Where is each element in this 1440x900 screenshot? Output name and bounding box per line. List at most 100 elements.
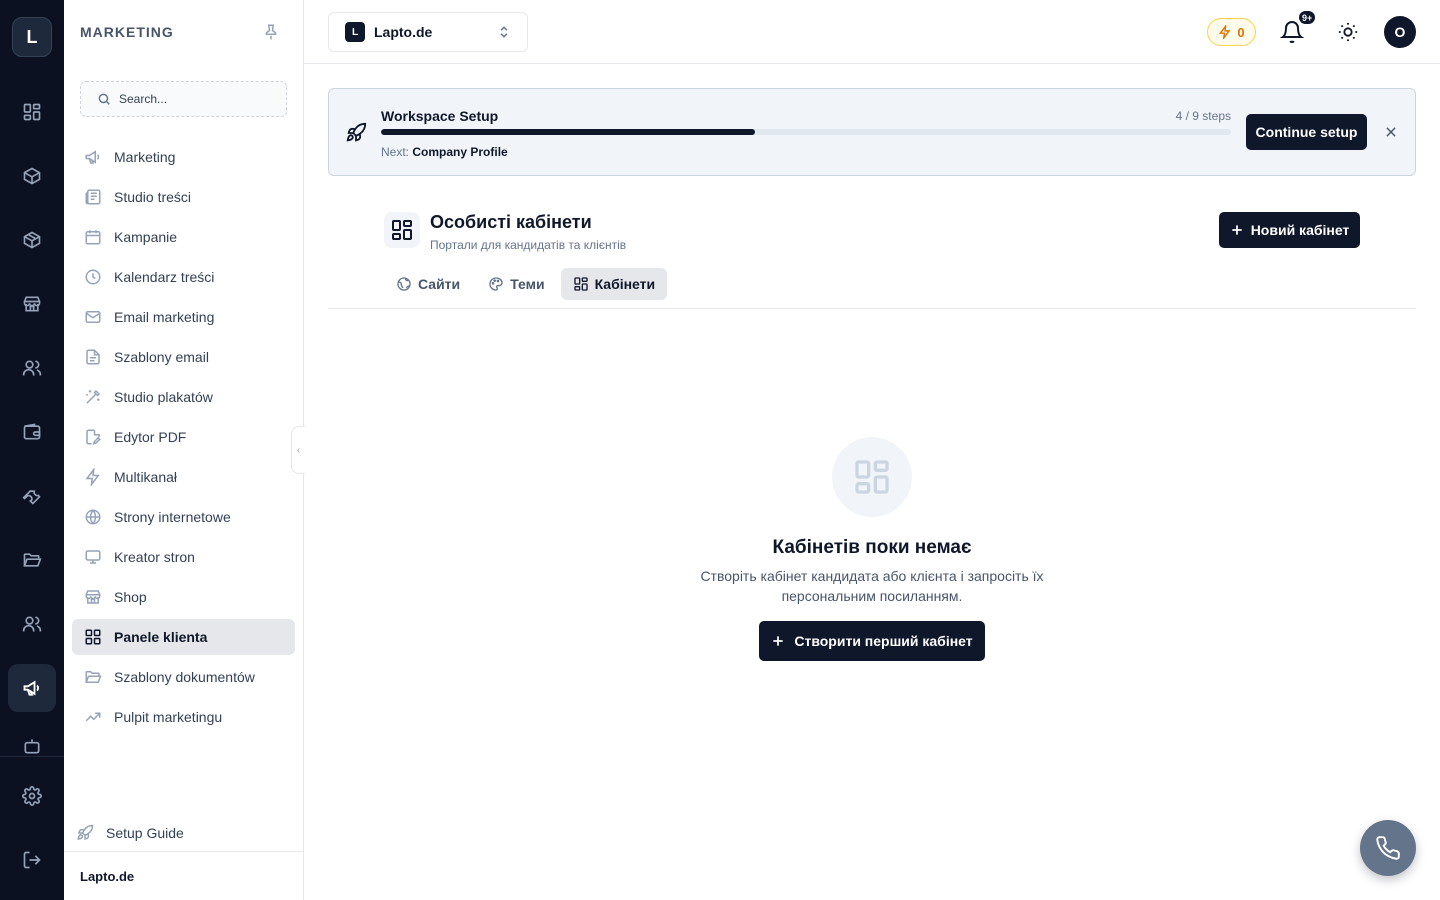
setup-guide-label: Setup Guide bbox=[106, 825, 184, 841]
sidebar-item-shop[interactable]: Shop bbox=[72, 579, 295, 615]
sidebar-item-edytor-pdf[interactable]: Edytor PDF bbox=[72, 419, 295, 455]
sidebar-item-email-marketing[interactable]: Email marketing bbox=[72, 299, 295, 335]
tab-label: Кабінети bbox=[594, 276, 656, 292]
sidebar-item-kreator-stron[interactable]: Kreator stron bbox=[72, 539, 295, 575]
rail-more-button[interactable] bbox=[8, 728, 56, 756]
sun-icon[interactable] bbox=[1337, 21, 1359, 43]
search-input[interactable] bbox=[119, 92, 279, 106]
empty-state-icon bbox=[832, 437, 912, 517]
chevron-up-down-icon bbox=[500, 26, 508, 38]
tab-label: Сайти bbox=[418, 276, 461, 292]
sidebar-item-label: Kampanie bbox=[114, 229, 178, 245]
rail-marketing-button[interactable] bbox=[8, 664, 56, 712]
rail-files-button[interactable] bbox=[8, 536, 56, 584]
rail-settings-button[interactable] bbox=[8, 772, 56, 820]
sidebar-search[interactable] bbox=[80, 81, 287, 117]
workspace-selector[interactable]: L Lapto.de bbox=[328, 12, 528, 52]
rail-contacts-button[interactable] bbox=[8, 600, 56, 648]
newspaper-icon bbox=[85, 189, 101, 205]
tabs-divider bbox=[328, 308, 1416, 309]
sidebar-item-panele-klienta[interactable]: Panele klienta bbox=[72, 619, 295, 655]
sidebar-item-label: Kreator stron bbox=[114, 549, 195, 565]
sidebar-item-kalendarz-tresci[interactable]: Kalendarz treści bbox=[72, 259, 295, 295]
sidebar-collapse-handle[interactable]: ‹ bbox=[291, 426, 305, 474]
app-logo[interactable]: L bbox=[12, 17, 52, 57]
sidebar-item-multikanal[interactable]: Multikanał bbox=[72, 459, 295, 495]
tab-cabinets[interactable]: Кабінети bbox=[560, 268, 668, 300]
sidebar-item-marketing[interactable]: Marketing bbox=[72, 139, 295, 175]
banner-next-step: Next: Company Profile bbox=[381, 145, 508, 159]
sidebar-item-label: Studio plakatów bbox=[114, 389, 213, 405]
monitor-icon bbox=[85, 550, 101, 564]
rail-team-button[interactable] bbox=[8, 344, 56, 392]
tab-label: Теми bbox=[510, 276, 545, 292]
search-icon bbox=[98, 93, 110, 105]
sidebar-item-label: Multikanał bbox=[114, 469, 178, 485]
rail-divider bbox=[0, 756, 64, 757]
new-cabinet-label: Новий кабінет bbox=[1250, 222, 1350, 238]
wallet-icon bbox=[23, 423, 41, 440]
grid-icon bbox=[85, 629, 101, 645]
tab-themes[interactable]: Теми bbox=[476, 268, 556, 300]
setup-guide-link[interactable]: Setup Guide bbox=[76, 820, 184, 846]
file-edit-icon bbox=[86, 429, 101, 445]
create-first-cabinet-button[interactable]: Створити перший кабінет bbox=[759, 621, 985, 661]
globe-icon bbox=[85, 509, 101, 525]
rail-tools-button[interactable] bbox=[8, 472, 56, 520]
bot-icon bbox=[24, 739, 40, 754]
chevron-left-icon: ‹ bbox=[296, 444, 301, 456]
megaphone-icon bbox=[85, 150, 100, 164]
sidebar-item-label: Strony internetowe bbox=[114, 509, 231, 525]
calendar-icon bbox=[85, 230, 101, 245]
new-cabinet-button[interactable]: Новий кабінет bbox=[1219, 212, 1360, 248]
top-bar: L Lapto.de 0 9+ O bbox=[304, 0, 1440, 64]
sidebar-item-kampanie[interactable]: Kampanie bbox=[72, 219, 295, 255]
page-icon bbox=[384, 212, 420, 248]
sidebar-item-szablony-dokumentow[interactable]: Szablony dokumentów bbox=[72, 659, 295, 695]
rail-logout-button[interactable] bbox=[8, 836, 56, 884]
sidebar-nav: Marketing Studio treści Kampanie Kalenda… bbox=[72, 139, 295, 739]
sidebar-item-pulpit-marketingu[interactable]: Pulpit marketingu bbox=[72, 699, 295, 735]
folder-open-icon bbox=[23, 553, 42, 567]
sidebar-item-label: Studio treści bbox=[114, 189, 192, 205]
grid-icon bbox=[392, 220, 412, 240]
lightning-icon bbox=[1219, 25, 1231, 39]
box-icon bbox=[23, 231, 41, 249]
sidebar-item-studio-tresci[interactable]: Studio treści bbox=[72, 179, 295, 215]
logout-icon bbox=[23, 851, 41, 869]
workspace-name: Lapto.de bbox=[374, 24, 433, 40]
rail-dashboard-button[interactable] bbox=[8, 88, 56, 136]
rocket-icon bbox=[346, 122, 367, 142]
plus-icon bbox=[1232, 225, 1242, 235]
sidebar-item-label: Szablony dokumentów bbox=[114, 669, 255, 685]
sidebar: MARKETING Marketing Studio treści Kampan… bbox=[64, 0, 304, 900]
empty-state-title: Кабінетів поки немає bbox=[772, 537, 972, 558]
rail-inventory-button[interactable] bbox=[8, 216, 56, 264]
sidebar-item-szablony-email[interactable]: Szablony email bbox=[72, 339, 295, 375]
banner-title: Workspace Setup bbox=[381, 108, 499, 124]
page-tabs: Сайти Теми Кабінети bbox=[384, 268, 671, 300]
next-value: Company Profile bbox=[412, 145, 508, 159]
sidebar-item-label: Marketing bbox=[114, 149, 176, 165]
call-button[interactable] bbox=[1360, 820, 1416, 876]
sidebar-item-strony-internetowe[interactable]: Strony internetowe bbox=[72, 499, 295, 535]
rail-wallet-button[interactable] bbox=[8, 408, 56, 456]
empty-state-description: Створіть кабінет кандидата або клієнта і… bbox=[700, 568, 1044, 604]
sidebar-item-label: Email marketing bbox=[114, 309, 215, 325]
close-icon[interactable] bbox=[1384, 125, 1398, 139]
rail-store-button[interactable] bbox=[8, 280, 56, 328]
pin-icon[interactable] bbox=[262, 23, 280, 41]
workspace-setup-banner: Workspace Setup 4 / 9 steps Next: Compan… bbox=[328, 88, 1416, 176]
user-avatar[interactable]: O bbox=[1384, 16, 1416, 48]
rocket-icon bbox=[77, 824, 94, 840]
tab-sites[interactable]: Сайти bbox=[384, 268, 472, 300]
page-title: Особисті кабінети bbox=[430, 212, 592, 232]
sidebar-item-studio-plakatow[interactable]: Studio plakatów bbox=[72, 379, 295, 415]
credits-badge[interactable]: 0 bbox=[1207, 18, 1256, 46]
grid-icon bbox=[573, 277, 588, 291]
store-icon bbox=[85, 590, 101, 604]
setup-progress-bar bbox=[381, 129, 1231, 135]
clock-icon bbox=[85, 269, 101, 285]
rail-products-button[interactable] bbox=[8, 152, 56, 200]
continue-setup-button[interactable]: Continue setup bbox=[1246, 114, 1367, 150]
